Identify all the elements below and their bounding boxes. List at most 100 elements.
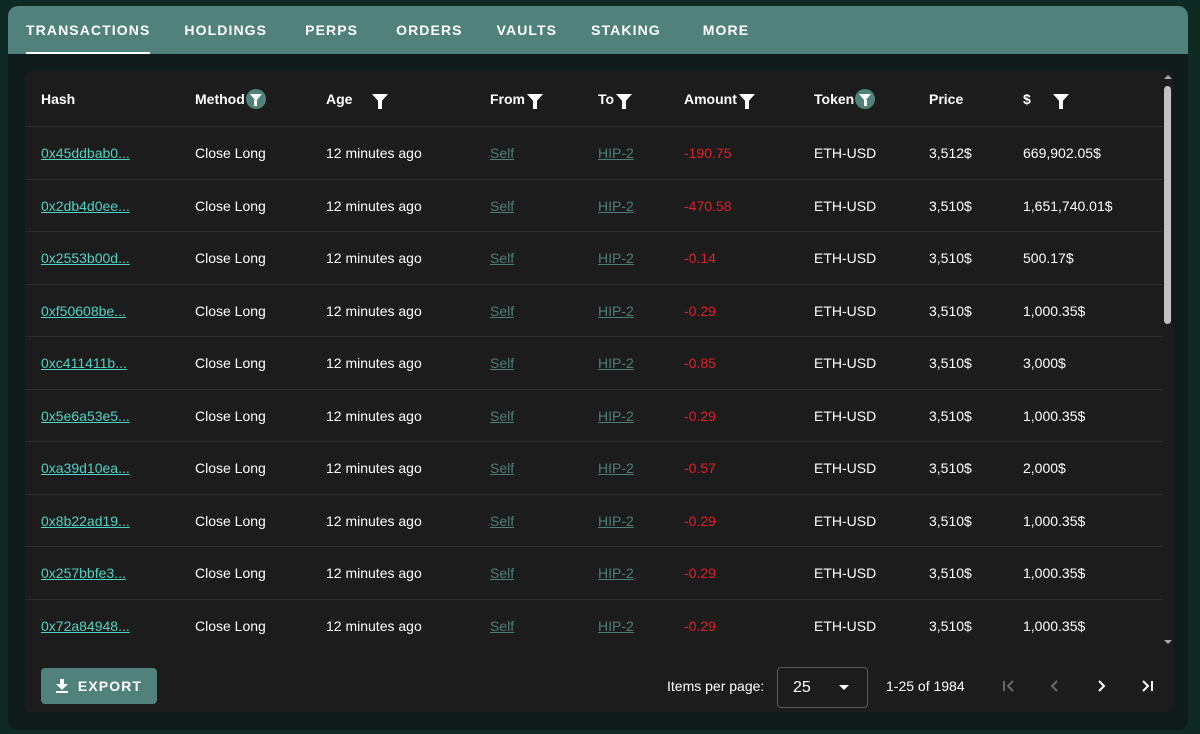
method-cell: Close Long: [195, 355, 266, 371]
filter-icon[interactable]: [527, 93, 543, 109]
from-link[interactable]: Self: [490, 390, 514, 442]
app-frame: TRANSACTIONS HOLDINGS PERPS ORDERS VAULT…: [8, 6, 1188, 730]
col-header-label: Age: [326, 91, 353, 107]
table-scrollbar[interactable]: [1163, 71, 1173, 650]
col-header-from: From: [490, 71, 543, 127]
amount-cell: -0.29: [684, 512, 716, 529]
usd-cell: 2,000$: [1023, 460, 1066, 476]
scroll-up-icon[interactable]: [1164, 75, 1172, 79]
from-link[interactable]: Self: [490, 442, 514, 494]
table-body: 0x45ddbab0... Close Long 12 minutes ago …: [25, 127, 1163, 650]
to-link[interactable]: HIP-2: [598, 442, 634, 494]
col-header-label: Price: [929, 91, 964, 107]
table-row: 0x5e6a53e5... Close Long 12 minutes ago …: [25, 390, 1163, 442]
tab-label: TRANSACTIONS: [26, 22, 151, 38]
from-link[interactable]: Self: [490, 285, 514, 337]
to-link[interactable]: HIP-2: [598, 180, 634, 232]
tab-holdings[interactable]: HOLDINGS: [184, 6, 267, 54]
usd-cell: 1,000.35$: [1023, 565, 1086, 581]
hash-link[interactable]: 0xa39d10ea...: [41, 442, 130, 494]
next-page-button[interactable]: [1083, 668, 1119, 704]
from-link[interactable]: Self: [490, 600, 514, 651]
to-link[interactable]: HIP-2: [598, 547, 634, 599]
filter-icon[interactable]: [855, 89, 876, 109]
tab-label: MORE: [702, 22, 750, 38]
amount-cell: -0.57: [684, 460, 716, 476]
to-link[interactable]: HIP-2: [598, 232, 634, 284]
from-link[interactable]: Self: [490, 547, 514, 599]
scrollbar-thumb[interactable]: [1164, 86, 1171, 324]
tab-label: VAULTS: [496, 22, 558, 38]
token-cell: ETH-USD: [814, 407, 877, 424]
from-link[interactable]: Self: [490, 127, 514, 179]
hash-link[interactable]: 0x45ddbab0...: [41, 127, 130, 179]
hash-link[interactable]: 0x2553b00d...: [41, 232, 130, 284]
table-row: 0xc411411b... Close Long 12 minutes ago …: [25, 337, 1163, 390]
tab-label: STAKING: [591, 22, 661, 38]
hash-link[interactable]: 0x257bbfe3...: [41, 547, 126, 599]
to-link[interactable]: HIP-2: [598, 337, 634, 389]
usd-cell: 1,000.35$: [1023, 617, 1086, 634]
age-cell: 12 minutes ago: [326, 407, 422, 424]
token-cell: ETH-USD: [814, 460, 877, 476]
amount-cell: -0.14: [684, 250, 716, 266]
hash-link[interactable]: 0x8b22ad19...: [41, 495, 130, 547]
chevron-down-icon: [839, 685, 849, 690]
method-cell: Close Long: [195, 145, 266, 161]
export-button[interactable]: EXPORT: [41, 668, 157, 704]
export-label: EXPORT: [77, 678, 143, 694]
tab-perps[interactable]: PERPS: [305, 6, 358, 54]
tab-more[interactable]: MORE: [703, 6, 749, 54]
scroll-down-icon[interactable]: [1164, 640, 1172, 644]
token-cell: ETH-USD: [814, 197, 877, 214]
hash-link[interactable]: 0x72a84948...: [41, 600, 130, 651]
tab-orders[interactable]: ORDERS: [396, 6, 463, 54]
from-link[interactable]: Self: [490, 337, 514, 389]
tab-label: PERPS: [305, 22, 359, 38]
tab-transactions[interactable]: TRANSACTIONS: [26, 6, 151, 54]
filter-icon[interactable]: [372, 93, 389, 109]
age-cell: 12 minutes ago: [326, 617, 422, 634]
from-link[interactable]: Self: [490, 232, 514, 284]
hash-link[interactable]: 0x5e6a53e5...: [41, 390, 130, 442]
token-cell: ETH-USD: [814, 145, 877, 161]
from-link[interactable]: Self: [490, 180, 514, 232]
to-link[interactable]: HIP-2: [598, 390, 634, 442]
to-link[interactable]: HIP-2: [598, 600, 634, 651]
method-cell: Close Long: [195, 460, 266, 476]
col-header-label: Method: [195, 91, 245, 107]
col-header-price: Price: [929, 71, 963, 127]
col-header-to: To: [598, 71, 633, 127]
hash-link[interactable]: 0xf50608be...: [41, 285, 126, 337]
usd-cell: 1,000.35$: [1023, 512, 1086, 529]
to-link[interactable]: HIP-2: [598, 127, 634, 179]
tab-staking[interactable]: STAKING: [591, 6, 661, 54]
filter-icon[interactable]: [245, 89, 266, 109]
token-cell: ETH-USD: [814, 617, 877, 634]
filter-icon[interactable]: [616, 93, 633, 109]
filter-icon[interactable]: [1052, 93, 1069, 109]
tab-vaults[interactable]: VAULTS: [497, 6, 558, 54]
hash-link[interactable]: 0xc411411b...: [41, 337, 127, 389]
price-cell: 3,510$: [929, 302, 972, 319]
first-page-icon: [1003, 680, 1014, 692]
from-link[interactable]: Self: [490, 495, 514, 547]
token-cell: ETH-USD: [814, 512, 877, 529]
method-cell: Close Long: [195, 512, 266, 529]
age-cell: 12 minutes ago: [326, 197, 422, 214]
items-per-page-select[interactable]: 25: [777, 667, 868, 708]
filter-icon[interactable]: [738, 93, 755, 109]
to-link[interactable]: HIP-2: [598, 285, 634, 337]
col-header-label: From: [490, 91, 525, 107]
to-link[interactable]: HIP-2: [598, 495, 634, 547]
hash-link[interactable]: 0x2db4d0ee...: [41, 180, 130, 232]
token-cell: ETH-USD: [814, 355, 877, 371]
first-page-button[interactable]: [991, 668, 1027, 704]
amount-cell: -0.29: [684, 617, 716, 634]
table-row: 0x45ddbab0... Close Long 12 minutes ago …: [25, 127, 1163, 180]
amount-cell: -0.29: [684, 407, 716, 424]
last-page-button[interactable]: [1129, 668, 1165, 704]
prev-page-button[interactable]: [1037, 668, 1073, 704]
amount-cell: -0.85: [684, 355, 716, 371]
col-header-token: Token: [814, 71, 876, 127]
